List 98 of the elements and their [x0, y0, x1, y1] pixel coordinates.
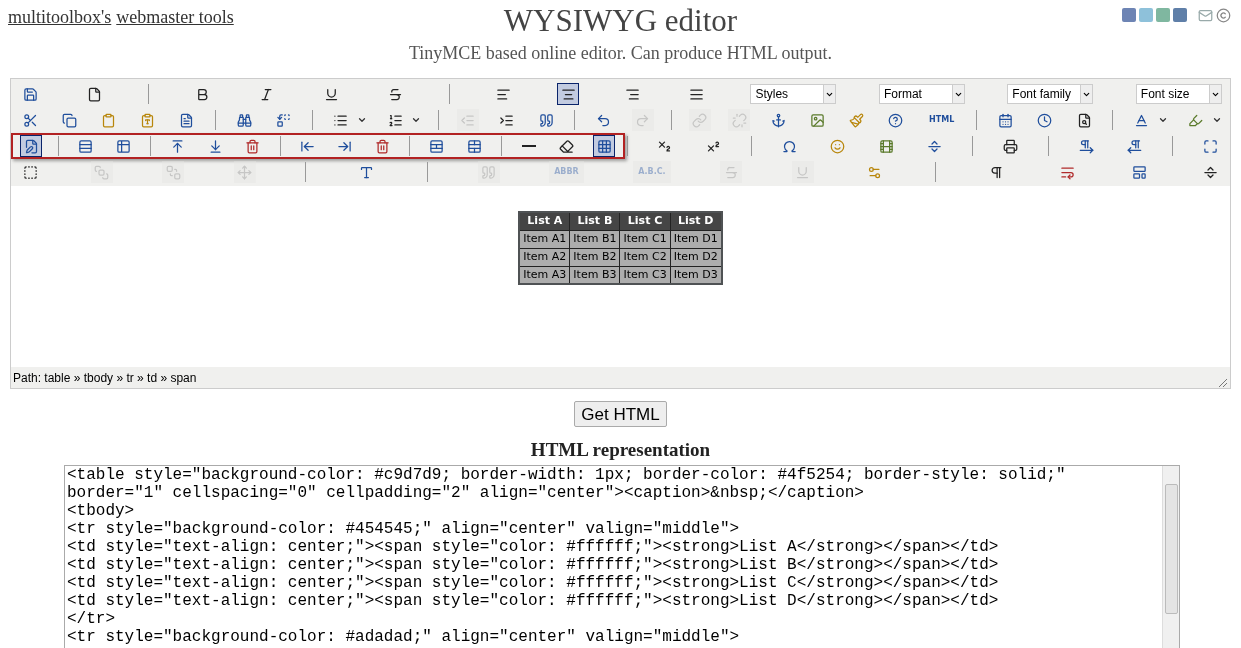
link-icon: [692, 112, 708, 128]
clipboard-text-icon: [140, 112, 156, 128]
indent-icon: [499, 112, 515, 128]
pilcrow-right-icon: [1079, 138, 1094, 154]
table-header-cell: List B: [569, 212, 620, 230]
dashed-square-icon: [22, 164, 38, 180]
page-title: WYSIWYG editor: [503, 4, 738, 38]
clipboard-icon: [100, 112, 116, 128]
magnifier-page-icon: [1076, 112, 1092, 128]
header-link[interactable]: multitoolbox's: [8, 4, 112, 66]
cell-split-icon: [429, 138, 445, 154]
strikethrough-icon: [388, 86, 404, 102]
column-delete-icon: [375, 138, 391, 154]
page-icon: [86, 86, 102, 102]
eraser-icon: [559, 138, 575, 154]
align-center-icon: [560, 86, 576, 102]
table-cell: Item A2: [519, 248, 570, 266]
film-icon: [878, 138, 894, 154]
numbered-list-icon: [387, 112, 403, 128]
toolbar-select[interactable]: Font family: [1007, 84, 1094, 104]
style-letters-icon: [359, 164, 375, 180]
quote-icon: [538, 112, 554, 128]
scissors-icon: [22, 112, 38, 128]
cell-grid-icon: [115, 138, 131, 154]
horizontal-rule-icon: [522, 145, 536, 147]
caret-icon: [951, 85, 964, 103]
pilcrow-icon: [988, 164, 1004, 180]
table-cell: Item B1: [569, 230, 620, 248]
undo-icon: [595, 112, 611, 128]
caret-icon: [1208, 85, 1221, 103]
calendar-icon: [998, 112, 1014, 128]
align-right-icon: [625, 86, 641, 102]
superscript-icon: [705, 138, 721, 154]
layout-icon: [1131, 164, 1147, 180]
unlink-icon: [731, 112, 747, 128]
cell-merge-icon: [467, 138, 483, 154]
send-backward-icon: [165, 164, 181, 180]
fullscreen-icon: [1203, 138, 1219, 154]
caret-icon: [1157, 115, 1168, 125]
table-header-cell: List C: [619, 212, 671, 230]
strikethrough-icon: [723, 164, 739, 180]
highlighter-icon: [1188, 112, 1204, 128]
document-icon: [179, 112, 195, 128]
caret-icon: [356, 115, 367, 125]
align-center-button[interactable]: [557, 83, 580, 105]
italic-icon: [259, 86, 275, 102]
toolbar-select[interactable]: Styles: [750, 84, 837, 104]
smiley-icon: [830, 138, 846, 154]
bring-forward-icon: [94, 164, 109, 180]
wrap-icon: [1060, 164, 1076, 180]
table-cell: Item B2: [569, 248, 620, 266]
table-header-cell: List A: [519, 212, 570, 230]
caret-icon: [1080, 85, 1093, 103]
clock-icon: [1037, 112, 1053, 128]
table-grid-button[interactable]: [593, 135, 616, 157]
table-cell: Item C2: [619, 248, 671, 266]
row-delete-icon: [245, 138, 261, 154]
align-left-icon: [496, 86, 512, 102]
subscript-icon: [657, 138, 673, 154]
copyright-icon: [1216, 8, 1231, 23]
caret-icon: [823, 85, 836, 103]
header-link[interactable]: webmaster tools: [116, 4, 234, 66]
outdent-icon: [460, 112, 476, 128]
copy-icon: [61, 112, 77, 128]
get-html-button[interactable]: Get HTML: [574, 401, 667, 427]
caret-icon: [411, 115, 422, 125]
underline-icon: [323, 86, 339, 102]
pilcrow-left-icon: [1127, 138, 1143, 154]
toolbar-button[interactable]: HTML: [924, 109, 960, 131]
picture-icon: [810, 112, 825, 128]
help-icon: [888, 112, 904, 128]
move-icon: [237, 164, 253, 180]
toolbar-select[interactable]: Format: [878, 84, 965, 104]
omega-icon: [781, 138, 797, 154]
element-path: Path: table » tbody » tr » td » span: [13, 369, 197, 387]
toolbar-select[interactable]: Font size: [1135, 84, 1222, 104]
caret-icon: [1211, 115, 1222, 125]
printer-icon: [1003, 138, 1019, 154]
resize-grip-icon[interactable]: [1218, 378, 1228, 388]
redo-icon: [635, 112, 651, 128]
page-break-icon: [1203, 164, 1219, 180]
table-cell: Item A1: [519, 230, 570, 248]
table-cell: Item C1: [619, 230, 671, 248]
rule-bar-icon: [927, 138, 943, 154]
align-justify-icon: [689, 86, 705, 102]
table-grid-icon: [596, 138, 612, 154]
binoculars-icon: [236, 112, 252, 128]
bullet-list-icon: [333, 112, 349, 128]
anchor-icon: [770, 112, 786, 128]
sliders-icon: [866, 164, 882, 180]
replace-icon: [275, 112, 291, 128]
paintbrush-icon: [849, 112, 865, 128]
section-heading: HTML representation: [530, 438, 711, 462]
row-grid-icon: [77, 138, 93, 154]
text-color-icon: [1133, 112, 1149, 128]
page-subtitle: TinyMCE based online editor. Can produce HTML output.: [408, 42, 833, 65]
underline-icon: [795, 164, 811, 180]
quote-icon: [481, 164, 497, 180]
